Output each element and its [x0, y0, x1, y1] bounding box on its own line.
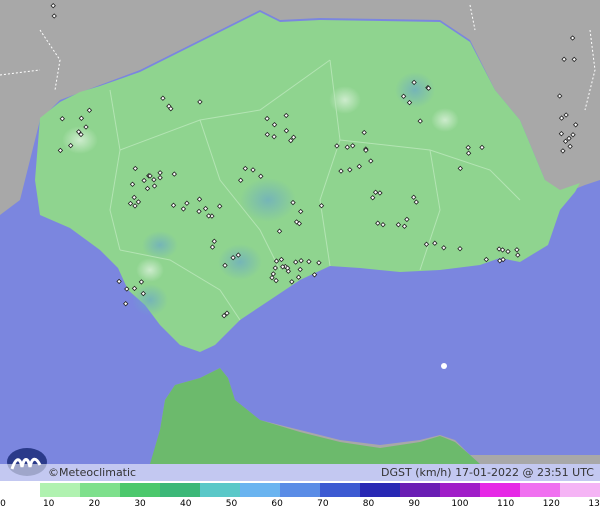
legend-label: 40 [180, 499, 192, 509]
map-caption: DGST (km/h) 17-01-2022 @ 23:51 UTC [381, 466, 594, 479]
legend-labels: 0 10 20 30 40 50 60 70 80 90 100 110 120 130 [0, 497, 600, 517]
calm-area [136, 258, 164, 282]
legend-swatch [440, 483, 481, 497]
caption-variable: DGST [381, 466, 412, 479]
legend-label: 70 [317, 499, 329, 509]
legend-label: 130 [588, 499, 600, 509]
wind-gust-map [0, 0, 600, 517]
legend-label: 50 [225, 499, 238, 509]
copyright-symbol: © [48, 466, 59, 479]
legend-swatch [120, 483, 161, 497]
legend-swatch [320, 483, 361, 497]
caption-datetime: 17-01-2022 @ 23:51 UTC [455, 466, 594, 479]
caption-unit: (km/h) [415, 466, 452, 479]
legend-swatch [280, 483, 321, 497]
legend-color-bar [0, 483, 600, 497]
legend-label: 20 [88, 499, 101, 509]
legend-swatch [160, 483, 201, 497]
info-bar: ©Meteoclimatic DGST (km/h) 17-01-2022 @ … [0, 464, 600, 481]
legend-label: 60 [271, 499, 283, 509]
legend-swatch [400, 483, 441, 497]
legend-swatch [240, 483, 281, 497]
gust-area [142, 231, 178, 259]
legend-label: 110 [497, 499, 515, 509]
legend-swatch [360, 483, 401, 497]
brand-name: Meteoclimatic [59, 466, 137, 479]
legend-label: 120 [542, 499, 560, 509]
legend-swatch [40, 483, 81, 497]
calm-area [62, 126, 98, 154]
legend-label: 30 [134, 499, 146, 509]
gust-area [132, 284, 168, 316]
legend-swatch [0, 483, 41, 497]
legend-swatch [80, 483, 121, 497]
legend-label: 100 [451, 499, 469, 509]
legend-label: 80 [362, 499, 375, 509]
legend-label: 10 [42, 499, 55, 509]
legend-swatch [200, 483, 241, 497]
color-legend: 0 10 20 30 40 50 60 70 80 90 100 110 120 130 [0, 481, 600, 517]
calm-area [431, 108, 459, 132]
legend-label: 0 [0, 499, 6, 509]
legend-swatch [480, 483, 521, 497]
legend-swatch [520, 483, 561, 497]
legend-swatch [560, 483, 600, 497]
island-marker [441, 363, 447, 369]
gust-area [218, 244, 262, 280]
brand: ©Meteoclimatic [48, 466, 136, 479]
legend-label: 90 [408, 499, 420, 509]
